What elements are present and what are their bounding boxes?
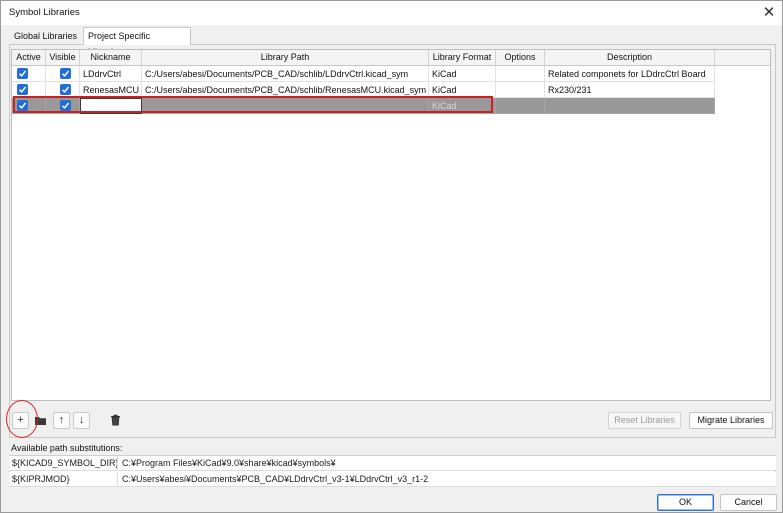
column-header-visible[interactable]: Visible: [46, 50, 80, 66]
move-down-button[interactable]: ↓: [73, 412, 90, 429]
column-header-nickname[interactable]: Nickname: [80, 50, 142, 66]
header-filler: [715, 50, 770, 66]
visible-cell[interactable]: [46, 66, 80, 82]
description-cell[interactable]: Related componets for LDdrcCtrl Board: [545, 66, 715, 82]
active-checkbox[interactable]: [17, 84, 28, 95]
substitution-row: ${KICAD9_SYMBOL_DIR} C:¥Program Files¥Ki…: [9, 456, 776, 471]
options-cell[interactable]: [496, 66, 545, 82]
visible-checkbox[interactable]: [60, 68, 71, 79]
active-checkbox[interactable]: [17, 68, 28, 79]
ok-button[interactable]: OK: [657, 494, 714, 511]
symbol-libraries-dialog: Symbol Libraries ✕ Global Libraries Proj…: [0, 0, 783, 513]
column-header-active[interactable]: Active: [12, 50, 46, 66]
column-header-library-path[interactable]: Library Path: [142, 50, 429, 66]
table-row[interactable]: LDdrvCtrl C:/Users/abesi/Documents/PCB_C…: [12, 66, 715, 82]
close-icon[interactable]: ✕: [757, 2, 781, 24]
nickname-cell[interactable]: LDdrvCtrl: [80, 66, 142, 82]
substitution-name: ${KIPRJMOD}: [12, 472, 118, 487]
description-cell[interactable]: Rx230/231: [545, 82, 715, 98]
migrate-libraries-button[interactable]: Migrate Libraries: [689, 412, 773, 429]
options-cell[interactable]: [496, 82, 545, 98]
description-cell[interactable]: [545, 98, 715, 114]
visible-checkbox[interactable]: [60, 84, 71, 95]
cancel-button[interactable]: Cancel: [720, 494, 777, 511]
library-format-cell[interactable]: KiCad: [429, 66, 496, 82]
reset-libraries-button[interactable]: Reset Libraries: [608, 412, 681, 429]
title-bar: Symbol Libraries ✕: [1, 1, 782, 25]
tab-global-libraries[interactable]: Global Libraries: [10, 28, 84, 44]
window-title: Symbol Libraries: [9, 7, 80, 18]
column-header-options[interactable]: Options: [496, 50, 545, 66]
annotation-circle: [6, 400, 38, 438]
tab-project-specific-libraries[interactable]: Project Specific Libraries: [83, 27, 191, 57]
substitution-value: C:¥Program Files¥KiCad¥9.0¥share¥kicad¥s…: [122, 458, 336, 468]
trash-icon[interactable]: [107, 412, 124, 429]
options-cell[interactable]: [496, 98, 545, 114]
substitution-name: ${KICAD9_SYMBOL_DIR}: [12, 456, 118, 471]
column-header-library-format[interactable]: Library Format: [429, 50, 496, 66]
move-up-button[interactable]: ↑: [53, 412, 70, 429]
annotation-highlight-rectangle: [13, 96, 493, 113]
substitution-row: ${KIPRJMOD} C:¥Users¥abesi¥Documents¥PCB…: [9, 472, 776, 487]
library-path-cell[interactable]: C:/Users/abesi/Documents/PCB_CAD/schlib/…: [142, 66, 429, 82]
substitution-value: C:¥Users¥abesi¥Documents¥PCB_CAD¥LDdrvCt…: [122, 474, 429, 484]
path-substitutions-heading: Available path substitutions:: [11, 443, 123, 453]
column-header-description[interactable]: Description: [545, 50, 715, 66]
active-cell[interactable]: [12, 66, 46, 82]
